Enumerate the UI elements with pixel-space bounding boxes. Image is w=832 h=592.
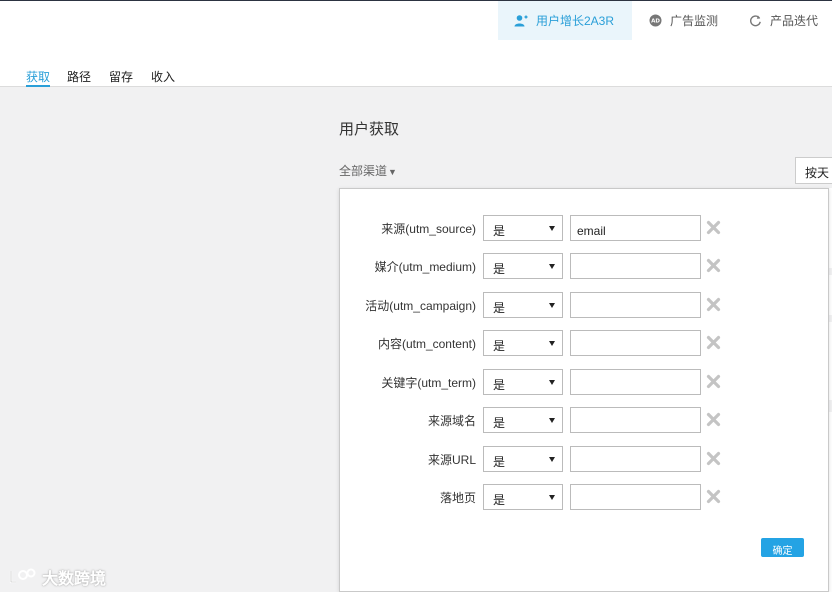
filter-value-input[interactable]	[570, 330, 701, 356]
filter-row-source-domain: 来源域名 是	[340, 407, 828, 433]
subtab-acquisition[interactable]: 获取	[26, 68, 51, 87]
operator-value: 是	[493, 378, 506, 392]
sub-nav: 获取 路径 留存 收入	[0, 40, 832, 87]
utm-filter-panel: 来源(utm_source) 是 媒介(utm_medium) 是 活动(utm…	[339, 188, 829, 592]
operator-select[interactable]: 是	[483, 484, 563, 510]
caret-down-icon: ▼	[388, 167, 397, 177]
operator-value: 是	[493, 416, 506, 430]
watermark-logo-icon	[8, 567, 38, 587]
tab-ad-monitor[interactable]: AD 广告监测	[646, 1, 732, 40]
select-arrow-icon	[549, 341, 555, 346]
refresh-icon	[748, 14, 762, 28]
remove-filter-icon[interactable]	[706, 220, 721, 235]
filter-row-landing-page: 落地页 是	[340, 484, 828, 510]
filter-label: 来源(utm_source)	[381, 222, 476, 236]
remove-filter-icon[interactable]	[706, 297, 721, 312]
remove-filter-icon[interactable]	[706, 451, 721, 466]
remove-filter-icon[interactable]	[706, 374, 721, 389]
filter-row-utm-term: 关键字(utm_term) 是	[340, 369, 828, 395]
filter-row-utm-content: 内容(utm_content) 是	[340, 330, 828, 356]
select-arrow-icon	[549, 418, 555, 423]
select-arrow-icon	[549, 226, 555, 231]
filter-label: 内容(utm_content)	[377, 337, 476, 351]
operator-select[interactable]: 是	[483, 253, 563, 279]
subtab-retention[interactable]: 留存	[109, 68, 133, 85]
subtab-path[interactable]: 路径	[67, 68, 91, 85]
operator-select[interactable]: 是	[483, 292, 563, 318]
filter-value-input[interactable]	[570, 292, 701, 318]
filter-row-utm-campaign: 活动(utm_campaign) 是	[340, 292, 828, 318]
top-nav: 用户增长2A3R AD 广告监测 产品迭代	[0, 0, 832, 40]
user-growth-icon	[514, 14, 528, 28]
subtab-revenue[interactable]: 收入	[151, 68, 175, 85]
filter-label: 来源URL	[427, 453, 476, 467]
filter-row-source-url: 来源URL 是	[340, 446, 828, 472]
remove-filter-icon[interactable]	[706, 335, 721, 350]
channel-dropdown[interactable]: 全部渠道▼	[339, 162, 397, 179]
remove-filter-icon[interactable]	[706, 258, 721, 273]
tab-ad-monitor-label: 广告监测	[670, 14, 719, 28]
remove-filter-icon[interactable]	[706, 489, 721, 504]
tab-user-growth-label: 用户增长2A3R	[536, 14, 615, 28]
operator-value: 是	[493, 301, 506, 315]
tab-user-growth[interactable]: 用户增长2A3R	[498, 1, 632, 40]
select-arrow-icon	[549, 303, 555, 308]
operator-select[interactable]: 是	[483, 369, 563, 395]
filter-value-input[interactable]	[570, 369, 701, 395]
operator-select[interactable]: 是	[483, 446, 563, 472]
tab-product-iteration[interactable]: 产品迭代	[748, 1, 832, 40]
channel-dropdown-label: 全部渠道	[339, 164, 388, 178]
filter-label: 媒介(utm_medium)	[374, 260, 476, 274]
filter-label: 活动(utm_campaign)	[365, 299, 476, 313]
tab-product-iteration-label: 产品迭代	[770, 14, 819, 28]
filter-row-utm-medium: 媒介(utm_medium) 是	[340, 253, 828, 279]
filter-value-input[interactable]	[570, 407, 701, 433]
filter-label: 关键字(utm_term)	[381, 376, 476, 390]
filter-value-input[interactable]	[570, 253, 701, 279]
select-arrow-icon	[549, 457, 555, 462]
operator-select[interactable]: 是	[483, 407, 563, 433]
watermark: 大数跨境	[8, 565, 106, 589]
filter-value-input[interactable]	[570, 446, 701, 472]
select-arrow-icon	[549, 495, 555, 500]
operator-select[interactable]: 是	[483, 215, 563, 241]
svg-text:AD: AD	[651, 19, 660, 25]
select-arrow-icon	[549, 264, 555, 269]
operator-value: 是	[493, 262, 506, 276]
by-day-button[interactable]: 按天	[795, 157, 832, 184]
filter-label: 来源域名	[427, 414, 476, 428]
operator-select[interactable]: 是	[483, 330, 563, 356]
operator-value: 是	[493, 455, 506, 469]
operator-value: 是	[493, 339, 506, 353]
remove-filter-icon[interactable]	[706, 412, 721, 427]
operator-value: 是	[493, 493, 506, 507]
filter-value-input[interactable]	[570, 484, 701, 510]
filter-label: 落地页	[439, 491, 476, 505]
filter-row-utm-source: 来源(utm_source) 是	[340, 215, 828, 241]
filter-value-input[interactable]	[570, 215, 701, 241]
confirm-button[interactable]: 确定	[761, 538, 804, 557]
operator-value: 是	[493, 224, 506, 238]
ad-icon: AD	[648, 14, 662, 28]
watermark-text: 大数跨境	[42, 571, 107, 588]
select-arrow-icon	[549, 380, 555, 385]
page-title: 用户获取	[339, 121, 400, 138]
